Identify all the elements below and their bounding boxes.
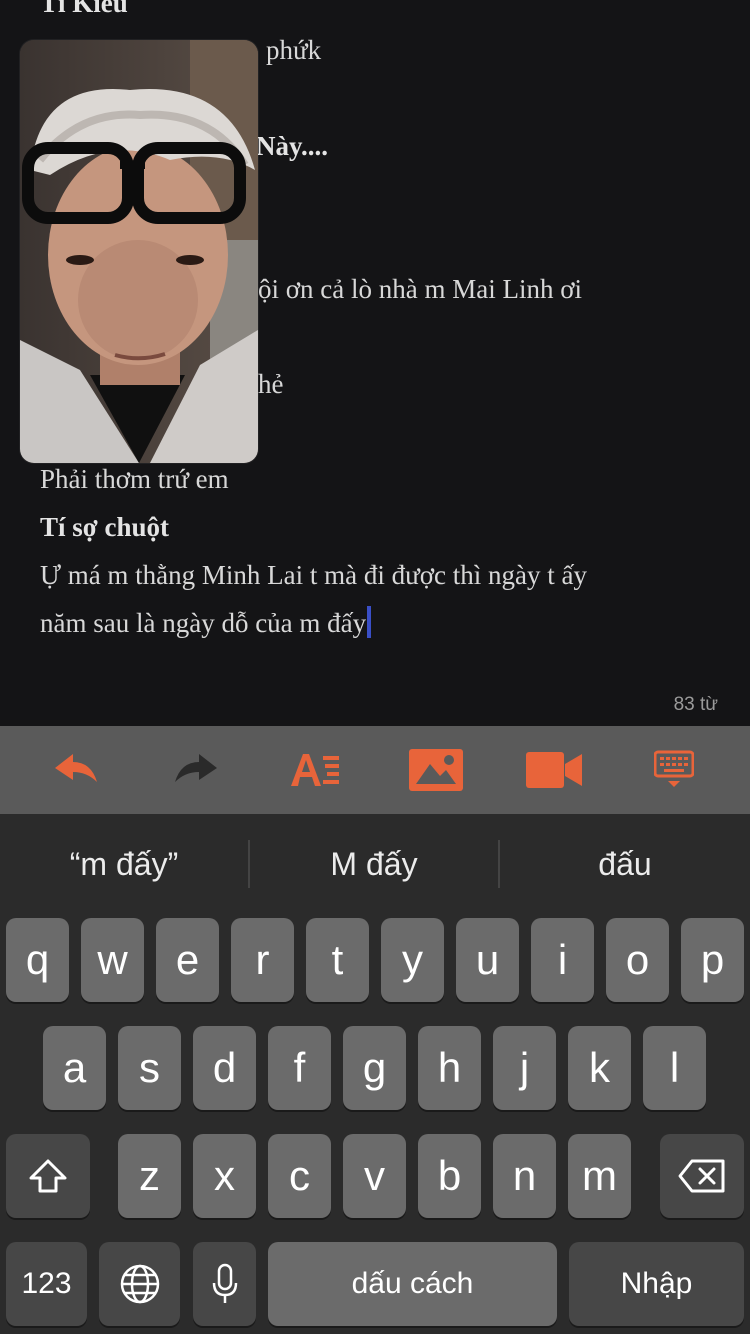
globe-icon <box>120 1264 159 1304</box>
key-u[interactable]: u <box>456 918 519 1002</box>
key-y[interactable]: y <box>381 918 444 1002</box>
key-x[interactable]: x <box>193 1134 256 1218</box>
suggestion-2[interactable]: M đấy <box>250 814 498 914</box>
undo-button[interactable] <box>46 744 106 796</box>
return-key[interactable]: Nhập <box>569 1242 744 1326</box>
note-line: Ự má m thằng Minh Lai t mà đi được thì n… <box>40 560 588 590</box>
system-keyboard: “m đấy” M đấy đấu q w e r t y u i o p a … <box>0 814 750 1334</box>
note-line: Tí sợ chuột <box>40 512 169 542</box>
shift-key[interactable] <box>6 1134 90 1218</box>
key-o[interactable]: o <box>606 918 669 1002</box>
key-m[interactable]: m <box>568 1134 631 1218</box>
note-line: Này.... <box>256 131 329 161</box>
editor-toolbar <box>0 726 750 814</box>
suggestion-1[interactable]: “m đấy” <box>0 814 248 914</box>
keyboard-dismiss-icon <box>654 750 694 787</box>
key-q[interactable]: q <box>6 918 69 1002</box>
keyboard-dismiss-button[interactable] <box>644 744 704 796</box>
key-r[interactable]: r <box>231 918 294 1002</box>
microphone-icon <box>212 1263 237 1303</box>
delete-key[interactable] <box>660 1134 744 1218</box>
word-count: 83 từ <box>673 694 718 715</box>
insert-image-button[interactable] <box>406 744 466 796</box>
key-l[interactable]: l <box>643 1026 706 1110</box>
video-camera-button[interactable] <box>524 744 584 796</box>
key-n[interactable]: n <box>493 1134 556 1218</box>
numbers-key[interactable]: 123 <box>6 1242 87 1326</box>
key-e[interactable]: e <box>156 918 219 1002</box>
dictation-key[interactable] <box>193 1242 256 1326</box>
key-c[interactable]: c <box>268 1134 331 1218</box>
key-f[interactable]: f <box>268 1026 331 1110</box>
redo-icon <box>175 754 217 782</box>
key-d[interactable]: d <box>193 1026 256 1110</box>
key-v[interactable]: v <box>343 1134 406 1218</box>
text-cursor <box>367 606 372 638</box>
shift-icon <box>29 1159 67 1193</box>
key-i[interactable]: i <box>531 918 594 1002</box>
key-j[interactable]: j <box>493 1026 556 1110</box>
key-p[interactable]: p <box>681 918 744 1002</box>
note-line-current: năm sau là ngày dỗ của m đấy <box>40 606 372 640</box>
key-b[interactable]: b <box>418 1134 481 1218</box>
note-line: hẻ <box>258 369 284 399</box>
key-w[interactable]: w <box>81 918 144 1002</box>
key-k[interactable]: k <box>568 1026 631 1110</box>
space-key[interactable]: dấu cách <box>268 1242 557 1326</box>
backspace-icon <box>678 1159 725 1193</box>
video-camera-icon <box>526 752 582 788</box>
video-call-pip[interactable] <box>20 40 258 463</box>
note-line: Phải thơm trứ em <box>40 464 229 494</box>
text-format-icon <box>291 754 339 786</box>
undo-icon <box>55 754 97 782</box>
key-g[interactable]: g <box>343 1026 406 1110</box>
person-video-feed-icon <box>20 40 258 463</box>
key-h[interactable]: h <box>418 1026 481 1110</box>
note-line: Tí Kiều <box>40 0 128 18</box>
key-s[interactable]: s <box>118 1026 181 1110</box>
key-a[interactable]: a <box>43 1026 106 1110</box>
key-z[interactable]: z <box>118 1134 181 1218</box>
suggestion-3[interactable]: đấu <box>500 814 750 914</box>
note-line: ội ơn cả lò nhà m Mai Linh ơi <box>258 274 582 304</box>
text-format-button[interactable] <box>286 744 346 796</box>
redo-button[interactable] <box>166 744 226 796</box>
key-t[interactable]: t <box>306 918 369 1002</box>
globe-key[interactable] <box>99 1242 180 1326</box>
note-line: phứk <box>266 35 322 65</box>
note-line-text: năm sau là ngày dỗ của m đấy <box>40 608 367 638</box>
insert-image-icon <box>409 749 463 791</box>
